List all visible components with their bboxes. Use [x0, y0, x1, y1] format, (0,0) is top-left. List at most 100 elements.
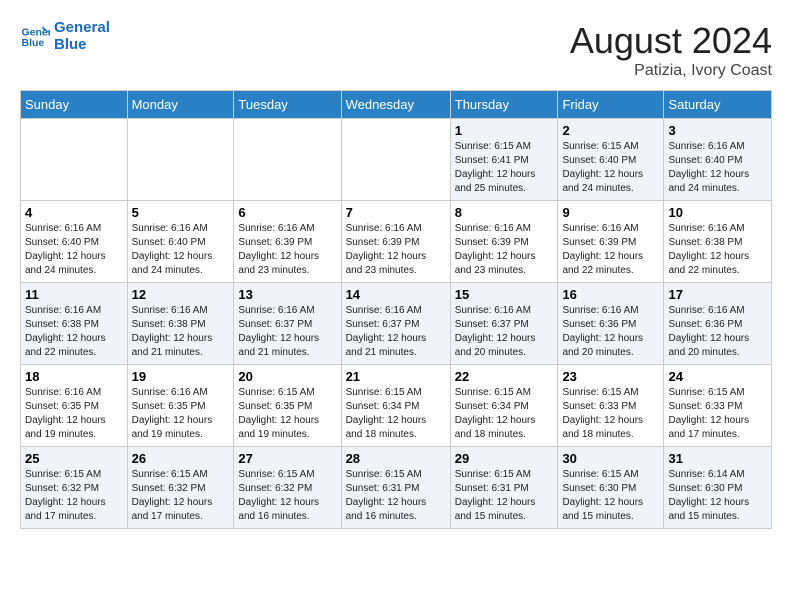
calendar-cell: 22 Sunrise: 6:15 AM Sunset: 6:34 PM Dayli…	[450, 365, 558, 447]
calendar-cell: 8 Sunrise: 6:16 AM Sunset: 6:39 PM Daylig…	[450, 201, 558, 283]
calendar-week-2: 4 Sunrise: 6:16 AM Sunset: 6:40 PM Daylig…	[21, 201, 772, 283]
day-number: 10	[668, 205, 767, 220]
day-number: 20	[238, 369, 336, 384]
calendar-cell: 18 Sunrise: 6:16 AM Sunset: 6:35 PM Dayli…	[21, 365, 128, 447]
calendar-cell	[127, 119, 234, 201]
day-number: 26	[132, 451, 230, 466]
day-number: 27	[238, 451, 336, 466]
day-info: Sunrise: 6:16 AM Sunset: 6:40 PM Dayligh…	[132, 222, 230, 278]
calendar-cell: 16Sunrise: 6:16 AM Sunset: 6:36 PM Dayli…	[558, 283, 664, 365]
calendar-cell: 28 Sunrise: 6:15 AM Sunset: 6:31 PM Dayli…	[341, 447, 450, 529]
day-info: Sunrise: 6:15 AM Sunset: 6:32 PM Dayligh…	[25, 468, 123, 524]
day-info: Sunrise: 6:15 AM Sunset: 6:40 PM Dayligh…	[562, 140, 659, 196]
day-info: Sunrise: 6:16 AM Sunset: 6:38 PM Dayligh…	[132, 304, 230, 360]
day-number: 23	[562, 369, 659, 384]
calendar-cell: 23 Sunrise: 6:15 AM Sunset: 6:33 PM Dayli…	[558, 365, 664, 447]
calendar-cell: 27Sunrise: 6:15 AM Sunset: 6:32 PM Dayli…	[234, 447, 341, 529]
calendar-week-3: 11 Sunrise: 6:16 AM Sunset: 6:38 PM Dayli…	[21, 283, 772, 365]
calendar-cell: 4 Sunrise: 6:16 AM Sunset: 6:40 PM Daylig…	[21, 201, 128, 283]
day-info: Sunrise: 6:16 AM Sunset: 6:40 PM Dayligh…	[668, 140, 767, 196]
day-info: Sunrise: 6:16 AM Sunset: 6:35 PM Dayligh…	[132, 386, 230, 442]
day-number: 15	[455, 287, 554, 302]
calendar-cell: 17 Sunrise: 6:16 AM Sunset: 6:36 PM Dayli…	[664, 283, 772, 365]
day-info: Sunrise: 6:16 AM Sunset: 6:35 PM Dayligh…	[25, 386, 123, 442]
calendar-cell: 11Sunrise: 6:16 AM Sunset: 6:38 PM Dayli…	[21, 283, 128, 365]
calendar-cell: 31 Sunrise: 6:14 AM Sunset: 6:30 PM Dayli…	[664, 447, 772, 529]
month-title-block: August 2024 Patizia, Ivory Coast	[570, 20, 772, 80]
day-info: Sunrise: 6:15 AM Sunset: 6:31 PM Dayligh…	[455, 468, 554, 524]
day-number: 28	[346, 451, 446, 466]
day-info: Sunrise: 6:15 AM Sunset: 6:35 PM Dayligh…	[238, 386, 336, 442]
day-number: 3	[668, 123, 767, 138]
day-number: 16	[562, 287, 659, 302]
column-header-monday: Monday	[127, 91, 234, 119]
column-header-wednesday: Wednesday	[341, 91, 450, 119]
day-info: Sunrise: 6:16 AM Sunset: 6:38 PM Dayligh…	[668, 222, 767, 278]
calendar-cell: 5Sunrise: 6:16 AM Sunset: 6:40 PM Daylig…	[127, 201, 234, 283]
day-info: Sunrise: 6:16 AM Sunset: 6:40 PM Dayligh…	[25, 222, 123, 278]
logo-icon: General Blue	[20, 22, 50, 52]
day-number: 13	[238, 287, 336, 302]
day-info: Sunrise: 6:16 AM Sunset: 6:39 PM Dayligh…	[238, 222, 336, 278]
day-number: 1	[455, 123, 554, 138]
day-info: Sunrise: 6:16 AM Sunset: 6:37 PM Dayligh…	[455, 304, 554, 360]
calendar-cell: 9Sunrise: 6:16 AM Sunset: 6:39 PM Daylig…	[558, 201, 664, 283]
calendar-cell: 2Sunrise: 6:15 AM Sunset: 6:40 PM Daylig…	[558, 119, 664, 201]
location-subtitle: Patizia, Ivory Coast	[570, 62, 772, 80]
logo-line2: Blue	[54, 37, 110, 54]
calendar-cell: 7 Sunrise: 6:16 AM Sunset: 6:39 PM Daylig…	[341, 201, 450, 283]
day-number: 22	[455, 369, 554, 384]
calendar-cell	[21, 119, 128, 201]
column-header-saturday: Saturday	[664, 91, 772, 119]
calendar-cell: 21 Sunrise: 6:15 AM Sunset: 6:34 PM Dayli…	[341, 365, 450, 447]
calendar-cell: 29 Sunrise: 6:15 AM Sunset: 6:31 PM Dayli…	[450, 447, 558, 529]
calendar-cell: 14Sunrise: 6:16 AM Sunset: 6:37 PM Dayli…	[341, 283, 450, 365]
calendar-cell: 10 Sunrise: 6:16 AM Sunset: 6:38 PM Dayli…	[664, 201, 772, 283]
day-number: 8	[455, 205, 554, 220]
day-info: Sunrise: 6:15 AM Sunset: 6:34 PM Dayligh…	[346, 386, 446, 442]
svg-text:Blue: Blue	[22, 37, 45, 49]
calendar-cell: 24 Sunrise: 6:15 AM Sunset: 6:33 PM Dayli…	[664, 365, 772, 447]
calendar-cell: 20 Sunrise: 6:15 AM Sunset: 6:35 PM Dayli…	[234, 365, 341, 447]
calendar-cell	[341, 119, 450, 201]
day-info: Sunrise: 6:16 AM Sunset: 6:36 PM Dayligh…	[668, 304, 767, 360]
calendar-table: SundayMondayTuesdayWednesdayThursdayFrid…	[20, 90, 772, 529]
day-number: 21	[346, 369, 446, 384]
day-info: Sunrise: 6:16 AM Sunset: 6:37 PM Dayligh…	[238, 304, 336, 360]
calendar-cell: 13 Sunrise: 6:16 AM Sunset: 6:37 PM Dayli…	[234, 283, 341, 365]
day-number: 18	[25, 369, 123, 384]
day-number: 14	[346, 287, 446, 302]
day-number: 17	[668, 287, 767, 302]
header-row: SundayMondayTuesdayWednesdayThursdayFrid…	[21, 91, 772, 119]
calendar-cell: 1 Sunrise: 6:15 AM Sunset: 6:41 PM Daylig…	[450, 119, 558, 201]
day-number: 7	[346, 205, 446, 220]
day-info: Sunrise: 6:15 AM Sunset: 6:31 PM Dayligh…	[346, 468, 446, 524]
calendar-week-1: 1 Sunrise: 6:15 AM Sunset: 6:41 PM Daylig…	[21, 119, 772, 201]
day-number: 11	[25, 287, 123, 302]
day-info: Sunrise: 6:14 AM Sunset: 6:30 PM Dayligh…	[668, 468, 767, 524]
day-number: 12	[132, 287, 230, 302]
day-info: Sunrise: 6:15 AM Sunset: 6:41 PM Dayligh…	[455, 140, 554, 196]
day-number: 4	[25, 205, 123, 220]
day-number: 9	[562, 205, 659, 220]
day-info: Sunrise: 6:16 AM Sunset: 6:39 PM Dayligh…	[346, 222, 446, 278]
day-info: Sunrise: 6:15 AM Sunset: 6:33 PM Dayligh…	[668, 386, 767, 442]
day-number: 24	[668, 369, 767, 384]
column-header-tuesday: Tuesday	[234, 91, 341, 119]
calendar-week-4: 18 Sunrise: 6:16 AM Sunset: 6:35 PM Dayli…	[21, 365, 772, 447]
day-info: Sunrise: 6:15 AM Sunset: 6:32 PM Dayligh…	[132, 468, 230, 524]
calendar-week-5: 25Sunrise: 6:15 AM Sunset: 6:32 PM Dayli…	[21, 447, 772, 529]
day-number: 29	[455, 451, 554, 466]
day-number: 31	[668, 451, 767, 466]
column-header-friday: Friday	[558, 91, 664, 119]
column-header-sunday: Sunday	[21, 91, 128, 119]
day-info: Sunrise: 6:15 AM Sunset: 6:30 PM Dayligh…	[562, 468, 659, 524]
day-number: 30	[562, 451, 659, 466]
logo-line1: General	[54, 20, 110, 37]
day-info: Sunrise: 6:16 AM Sunset: 6:39 PM Dayligh…	[455, 222, 554, 278]
calendar-cell: 12 Sunrise: 6:16 AM Sunset: 6:38 PM Dayli…	[127, 283, 234, 365]
day-info: Sunrise: 6:15 AM Sunset: 6:34 PM Dayligh…	[455, 386, 554, 442]
calendar-cell: 19Sunrise: 6:16 AM Sunset: 6:35 PM Dayli…	[127, 365, 234, 447]
calendar-cell: 6Sunrise: 6:16 AM Sunset: 6:39 PM Daylig…	[234, 201, 341, 283]
day-info: Sunrise: 6:15 AM Sunset: 6:33 PM Dayligh…	[562, 386, 659, 442]
